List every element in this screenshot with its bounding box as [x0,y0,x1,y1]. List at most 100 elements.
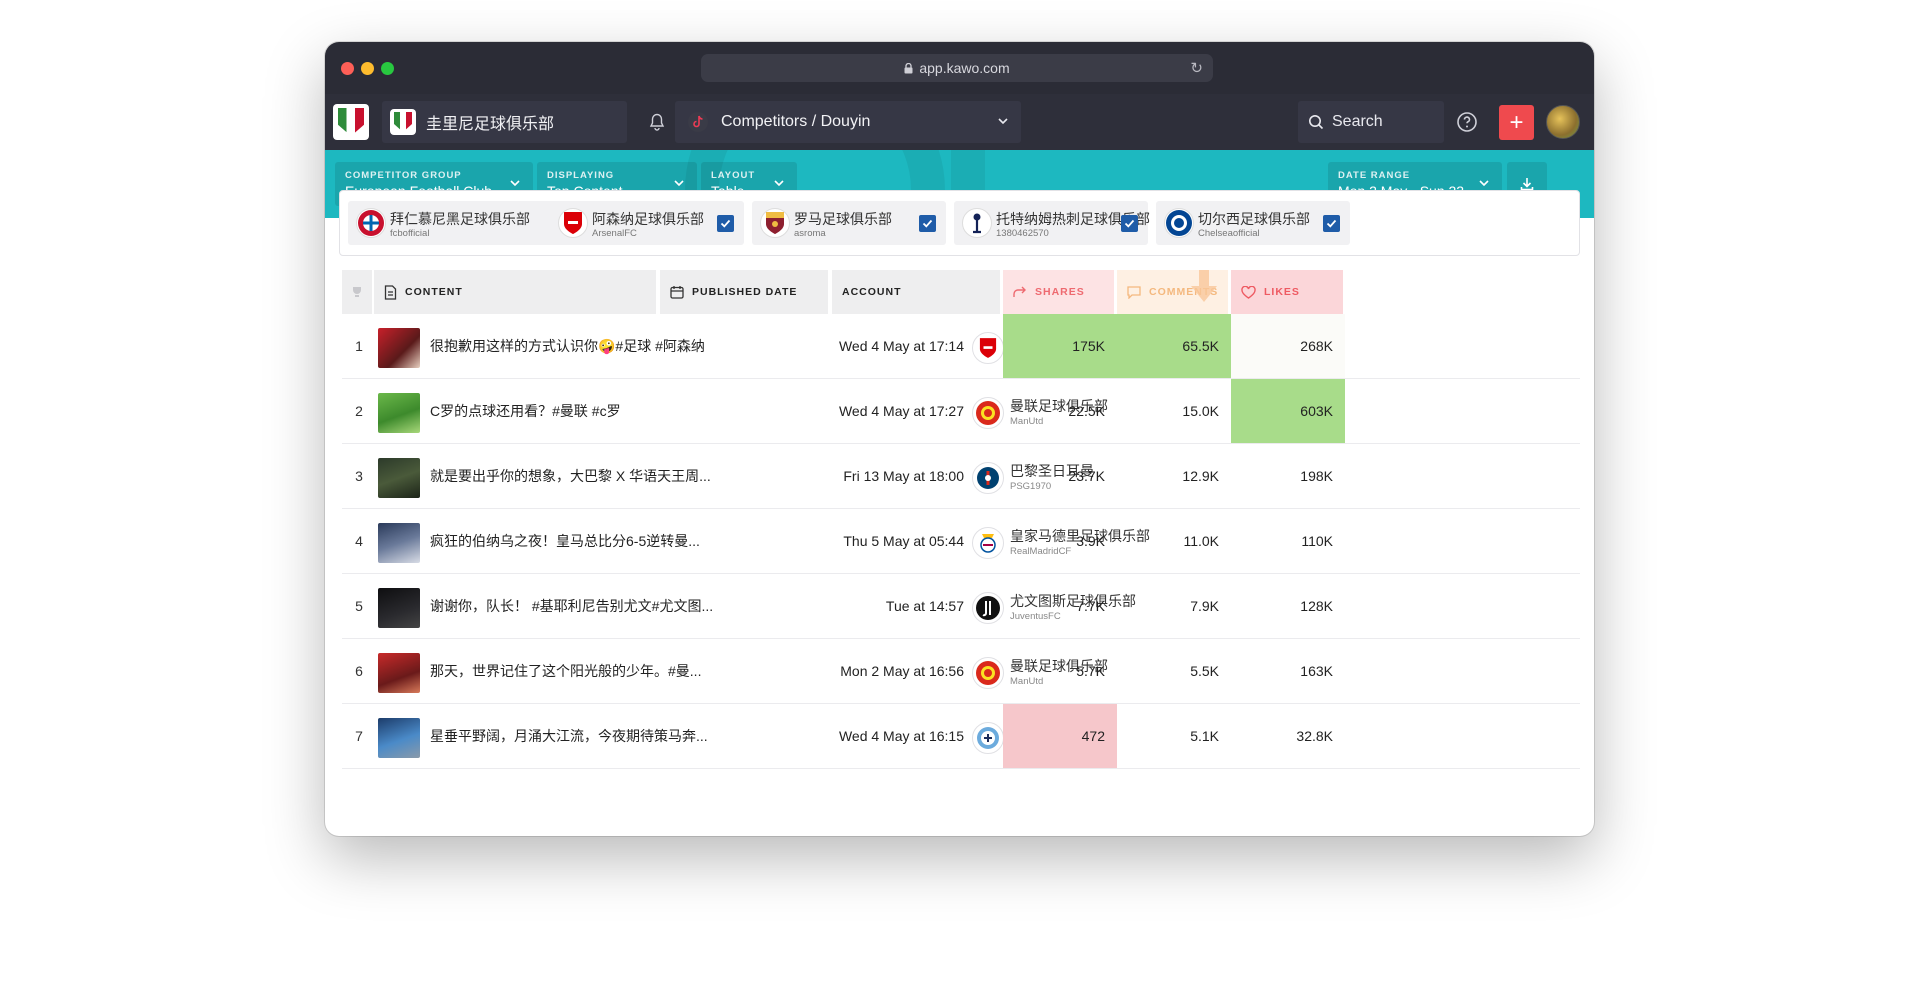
competitor-chip[interactable]: 切尔西足球俱乐部 Chelseaofficial [1156,201,1350,245]
avatar[interactable] [1546,105,1580,139]
douyin-icon [688,112,708,132]
chevron-down-icon [998,118,1008,125]
brand-crest-icon [390,109,416,135]
maximize-dot[interactable] [381,62,394,75]
chevron-down-icon [1479,180,1489,187]
url-text: app.kawo.com [919,60,1010,76]
kawo-logo[interactable] [333,104,369,140]
likes-value: 603K [1231,379,1345,443]
rank-number: 3 [355,468,363,484]
account-column-header[interactable]: ACCOUNT [832,270,1000,314]
content-thumbnail[interactable] [378,523,420,563]
create-button[interactable]: + [1499,105,1534,140]
notifications-bell-icon[interactable] [637,102,677,142]
likes-column-header[interactable]: LIKES [1231,270,1343,314]
brand-selector[interactable]: 圭里尼足球俱乐部 [382,101,627,143]
bayern-logo-icon [356,208,386,238]
content-thumbnail[interactable] [378,718,420,758]
published-date-column-header[interactable]: PUBLISHED DATE [660,270,828,314]
content-thumbnail[interactable] [378,393,420,433]
competitor-checkbox[interactable] [717,215,734,232]
shares-value: 23.7K [1068,468,1105,484]
minimize-dot[interactable] [361,62,374,75]
trophy-icon [353,287,361,297]
shares-value: 175K [1003,314,1117,378]
competitor-handle: asroma [794,228,826,239]
manutd-logo-icon [972,657,1004,689]
arsenal-logo-icon [558,208,588,238]
content-text[interactable]: 疯狂的伯纳乌之夜！皇马总比分6-5逆转曼... [430,509,730,573]
search-label: Search [1332,113,1383,130]
content-text[interactable]: 很抱歉用这样的方式认识你🤪#足球 #阿森纳 [430,314,730,378]
table-row[interactable]: 2 C罗的点球还用看？#曼联 #c罗 Wed 4 May at 17:27 曼联… [342,379,1580,444]
content-thumbnail[interactable] [378,588,420,628]
calendar-icon [670,286,684,299]
content-column-header[interactable]: CONTENT [374,270,656,314]
comments-value: 5.5K [1190,663,1219,679]
content-thumbnail[interactable] [378,653,420,693]
page-selector[interactable]: Competitors / Douyin [675,101,1021,143]
browser-titlebar: app.kawo.com ↻ [325,42,1594,94]
rank-number: 1 [355,338,363,354]
check-icon [922,219,933,228]
competitor-name: 拜仁慕尼黑足球俱乐部 [390,211,530,227]
content-text[interactable]: C罗的点球还用看？#曼联 #c罗 [430,379,730,443]
competitor-checkbox[interactable] [1323,215,1340,232]
table-row[interactable]: 7 星垂平野阔，月涌大江流，今夜期待策马奔... Wed 4 May at 16… [342,704,1580,769]
search-icon [1309,115,1324,130]
table-row[interactable]: 6 那天，世界记住了这个阳光般的少年。#曼... Mon 2 May at 16… [342,639,1580,704]
rank-number: 6 [355,663,363,679]
table-row[interactable]: 5 谢谢你，队长！ #基耶利尼告别尤文#尤文图... Tue at 14:57 … [342,574,1580,639]
check-icon [720,219,731,228]
table-row[interactable]: 4 疯狂的伯纳乌之夜！皇马总比分6-5逆转曼... Thu 5 May at 0… [342,509,1580,574]
psg-logo-icon [972,462,1004,494]
comments-value: 7.9K [1190,598,1219,614]
content-text[interactable]: 那天，世界记住了这个阳光般的少年。#曼... [430,639,730,703]
arsenal-logo-icon [972,332,1004,364]
competitor-chip[interactable]: 托特纳姆热刺足球俱乐部 1380462570 [954,201,1150,245]
shares-value: 5.7K [1076,663,1105,679]
shares-column-header[interactable]: SHARES [1003,270,1114,314]
chevron-down-icon [510,180,520,187]
reload-icon[interactable]: ↻ [1190,59,1203,77]
comments-value: 15.0K [1182,403,1219,419]
competitor-chip[interactable]: 罗马足球俱乐部 asroma [752,201,946,245]
competitor-group-label: COMPETITOR GROUP [345,170,462,181]
rank-number: 2 [355,403,363,419]
likes-value: 268K [1231,314,1345,378]
table-row[interactable]: 1 很抱歉用这样的方式认识你🤪#足球 #阿森纳 Wed 4 May at 17:… [342,314,1580,379]
published-date: Wed 4 May at 17:27 [838,403,964,419]
content-text[interactable]: 就是要出乎你的想象，大巴黎 X 华语天王周... [430,444,730,508]
content-text[interactable]: 星垂平野阔，月涌大江流，今夜期待策马奔... [430,704,730,768]
content-thumbnail[interactable] [378,458,420,498]
likes-header-label: LIKES [1264,286,1300,298]
competitor-chip[interactable]: 阿森纳足球俱乐部 ArsenalFC [550,201,744,245]
search-button[interactable]: Search [1298,101,1444,143]
realmadrid-logo-icon [972,527,1004,559]
likes-value: 128K [1300,598,1333,614]
competitor-handle: fcbofficial [390,228,430,239]
comments-column-header[interactable]: COMMENTS [1117,270,1228,314]
shares-header-label: SHARES [1035,286,1085,298]
likes-value: 198K [1300,468,1333,484]
shares-value: 472 [1003,704,1117,768]
published-date: Wed 4 May at 16:15 [838,728,964,744]
share-icon [1013,286,1026,297]
content-thumbnail[interactable] [378,328,420,368]
competitor-name: 阿森纳足球俱乐部 [592,211,704,227]
content-text[interactable]: 谢谢你，队长！ #基耶利尼告别尤文#尤文图... [430,574,730,638]
url-bar[interactable]: app.kawo.com ↻ [701,54,1213,82]
competitor-checkbox[interactable] [1121,215,1138,232]
close-dot[interactable] [341,62,354,75]
plus-icon: + [1509,108,1524,136]
published-date: Tue at 14:57 [885,598,964,614]
published-date: Wed 4 May at 17:14 [838,338,964,354]
rank-header [342,270,372,314]
competitor-handle: 1380462570 [996,228,1049,239]
document-icon [384,284,397,300]
competitor-handle: Chelseaofficial [1198,228,1260,239]
help-icon[interactable] [1455,110,1479,134]
comments-value: 5.1K [1190,728,1219,744]
competitor-checkbox[interactable] [919,215,936,232]
table-row[interactable]: 3 就是要出乎你的想象，大巴黎 X 华语天王周... Fri 13 May at… [342,444,1580,509]
